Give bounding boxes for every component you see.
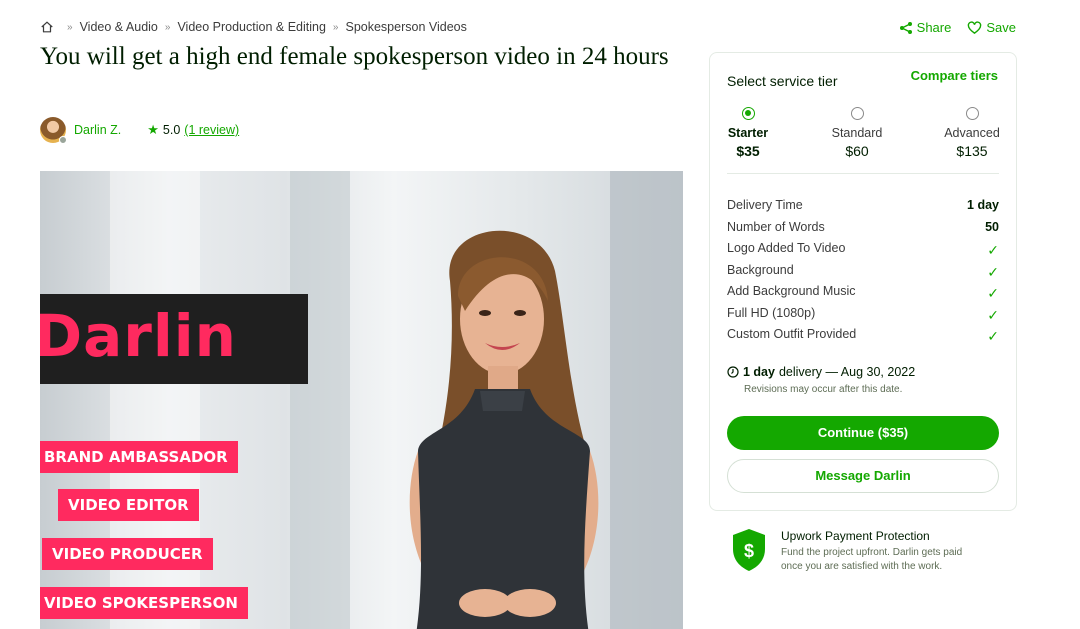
breadcrumb-spokesperson-videos[interactable]: Spokesperson Videos — [345, 20, 466, 34]
compare-tiers-link[interactable]: Compare tiers — [911, 68, 998, 83]
feature-label: Number of Words — [727, 219, 825, 234]
tier-price: $60 — [845, 143, 869, 159]
tag-video-editor: VIDEO EDITOR — [58, 489, 199, 521]
breadcrumb-video-production[interactable]: Video Production & Editing — [177, 20, 325, 34]
service-tier-card: Select service tier Compare tiers Starte… — [709, 52, 1017, 511]
share-label: Share — [916, 20, 952, 35]
delivery-date: delivery — Aug 30, 2022 — [778, 365, 916, 379]
message-button[interactable]: Message Darlin — [727, 459, 999, 493]
protection-title: Upwork Payment Protection — [781, 529, 930, 543]
star-icon: ★ — [147, 122, 159, 137]
check-icon: ✓ — [987, 242, 999, 258]
rating: ★ 5.0 (1 review) — [147, 122, 239, 138]
top-actions: Share Save — [899, 20, 1016, 35]
check-icon: ✓ — [987, 306, 999, 323]
revisions-note: Revisions may occur after this date. — [744, 384, 903, 395]
spokesperson-figure — [409, 230, 599, 629]
banner-name: Darlin — [40, 302, 237, 370]
feature-value: 1 day — [967, 198, 999, 212]
seller-info: Darlin Z. ★ 5.0 (1 review) — [40, 117, 239, 144]
feature-row: Number of Words 50 — [727, 220, 999, 242]
name-banner: Darlin — [40, 294, 308, 384]
tier-name: Starter — [727, 126, 769, 140]
card-heading: Select service tier — [727, 73, 838, 89]
status-dot — [59, 136, 67, 144]
avatar[interactable] — [40, 117, 67, 144]
radio-advanced[interactable] — [965, 107, 979, 120]
delivery-days: 1 day — [743, 365, 775, 379]
feature-label: Delivery Time — [727, 198, 803, 212]
feature-row: Delivery Time 1 day — [727, 198, 999, 220]
check-icon: ✓ — [987, 285, 999, 301]
feature-list: Delivery Time 1 day Number of Words 50 L… — [727, 198, 999, 349]
reviews-link[interactable]: (1 review) — [184, 123, 239, 137]
save-label: Save — [986, 20, 1016, 35]
feature-label: Add Background Music — [727, 284, 856, 298]
feature-label: Logo Added To Video — [727, 241, 846, 255]
tier-price: $135 — [956, 143, 988, 159]
shield-symbol: $ — [744, 541, 754, 561]
check-icon: ✓ — [987, 328, 999, 344]
gallery-image[interactable]: Darlin BRAND AMBASSADOR VIDEO EDITOR VID… — [40, 171, 683, 629]
radio-starter[interactable] — [741, 107, 755, 120]
protection-text: Upwork Payment Protection Fund the proje… — [781, 527, 986, 574]
feature-row: Background ✓ — [727, 263, 999, 285]
tier-selector: Starter $35 Standard $60 Advanced $135 — [727, 107, 1000, 167]
clock-icon — [727, 366, 739, 378]
feature-label: Full HD (1080p) — [727, 305, 816, 320]
save-button[interactable]: Save — [967, 20, 1016, 35]
breadcrumb-separator: » — [67, 21, 73, 33]
tier-starter[interactable]: Starter $35 — [727, 107, 769, 159]
tag-video-producer: VIDEO PRODUCER — [42, 538, 213, 570]
tier-standard[interactable]: Standard $60 — [827, 107, 887, 159]
breadcrumb-separator: » — [164, 21, 171, 33]
tier-advanced[interactable]: Advanced $135 — [941, 107, 1003, 159]
heart-icon — [968, 20, 982, 34]
shield-icon: $ — [733, 529, 765, 571]
feature-label: Background — [727, 262, 794, 277]
feature-row: Logo Added To Video ✓ — [727, 241, 999, 263]
feature-row: Custom Outfit Provided ✓ — [727, 327, 999, 349]
breadcrumb: » Video & Audio » Video Production & Edi… — [40, 20, 467, 34]
tier-name: Advanced — [944, 126, 1000, 140]
continue-button[interactable]: Continue ($35) — [727, 416, 999, 450]
tier-price: $35 — [736, 143, 760, 159]
payment-protection: $ Upwork Payment Protection Fund the pro… — [730, 527, 1010, 574]
delivery-info: 1 day delivery — Aug 30, 2022 — [727, 365, 915, 379]
tier-name: Standard — [831, 126, 883, 140]
tag-brand-ambassador: BRAND AMBASSADOR — [40, 441, 238, 473]
rating-value: 5.0 — [162, 123, 181, 137]
breadcrumb-video-audio[interactable]: Video & Audio — [80, 20, 158, 34]
seller-name-link[interactable]: Darlin Z. — [74, 123, 121, 137]
protection-body: Fund the project upfront. Darlin gets pa… — [781, 547, 963, 572]
share-button[interactable]: Share — [899, 20, 952, 35]
feature-label: Custom Outfit Provided — [727, 327, 857, 341]
breadcrumb-separator: » — [332, 21, 339, 33]
page-title: You will get a high end female spokesper… — [40, 43, 669, 70]
tag-video-spokesperson: VIDEO SPOKESPERSON — [40, 587, 248, 619]
divider — [727, 173, 999, 174]
feature-row: Add Background Music ✓ — [727, 284, 999, 306]
check-icon: ✓ — [987, 263, 999, 280]
home-icon[interactable] — [40, 20, 54, 34]
feature-row: Full HD (1080p) ✓ — [727, 306, 999, 328]
feature-value: 50 — [985, 219, 999, 234]
share-icon — [899, 21, 912, 34]
radio-standard[interactable] — [850, 107, 864, 120]
